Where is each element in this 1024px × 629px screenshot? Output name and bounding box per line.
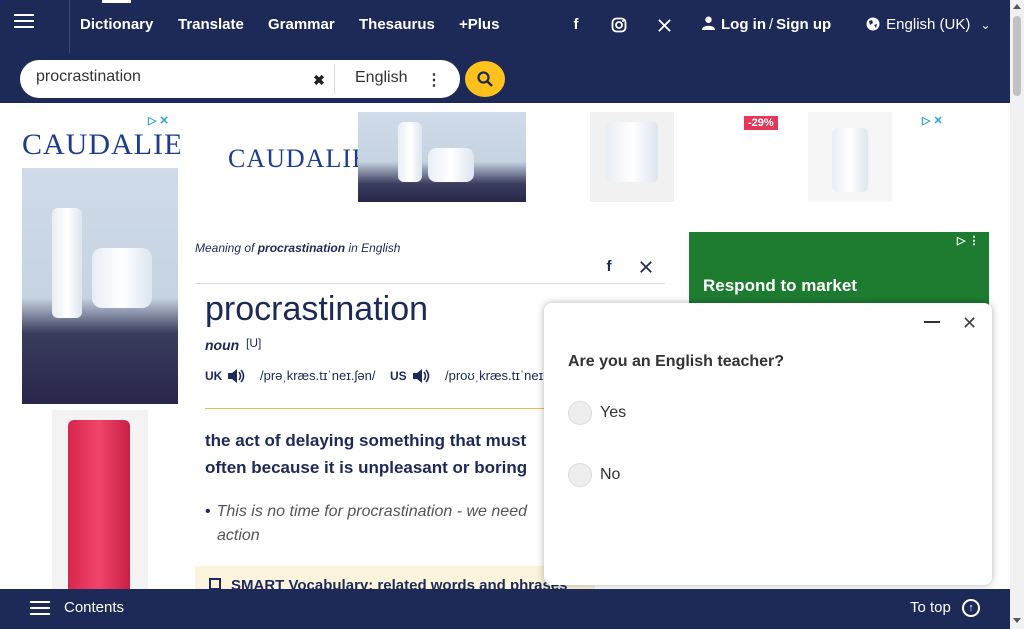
definition-link-act[interactable]: act — [235, 431, 260, 450]
bottom-bar: Contents To top ↑ — [0, 589, 1010, 629]
scroll-up-icon[interactable] — [1013, 4, 1021, 9]
adchoices-icon[interactable]: ▷ ✕ — [148, 114, 169, 127]
dictionary-select[interactable]: English ⋮ — [334, 64, 450, 94]
ad-product-image — [590, 112, 674, 202]
uk-ipa: /prəˌkræs.tɪˈneɪ.ʃən/ — [260, 368, 376, 383]
more-options-icon: ⋮ — [426, 72, 442, 89]
example-link-time[interactable]: time — [290, 503, 320, 520]
definition-word: of — [264, 431, 281, 450]
meaning-heading: Meaning of procrastination in English — [195, 241, 400, 255]
grammar-code[interactable]: [U] — [246, 336, 268, 352]
uk-audio-icon[interactable] — [226, 366, 246, 386]
scroll-down-icon[interactable] — [1013, 618, 1021, 623]
login-link[interactable]: Log in — [721, 16, 766, 33]
nav-dictionary-link[interactable]: Dictionary — [80, 0, 153, 53]
search-input[interactable] — [36, 68, 316, 86]
survey-option-no-label[interactable]: No — [600, 466, 620, 484]
ad-product-image — [22, 168, 178, 404]
survey-question: Are you an English teacher? — [568, 353, 785, 370]
instagram-icon[interactable] — [607, 14, 631, 36]
dictionary-select-value: English — [355, 69, 408, 86]
adchoices-icon[interactable]: ▷ ⋮ — [957, 234, 980, 247]
headword: procrastination — [205, 290, 429, 328]
us-pronunciation: US — [390, 368, 407, 383]
ad-brand-logo: CAUDALIE — [22, 128, 180, 161]
arrow-up-icon[interactable]: ↑ — [962, 599, 980, 617]
share-x-icon[interactable] — [635, 255, 657, 279]
ad-product-image — [358, 112, 526, 202]
us-audio-icon[interactable] — [411, 366, 431, 386]
search-bar: ✖ English ⋮ — [0, 53, 1010, 103]
uk-label: UK — [205, 369, 223, 383]
survey-option-yes-radio[interactable] — [568, 401, 592, 425]
clear-search-icon[interactable]: ✖ — [308, 69, 330, 91]
nav-grammar-link[interactable]: Grammar — [268, 0, 335, 53]
share-facebook-icon[interactable]: f — [598, 255, 620, 279]
nav-translate-link[interactable]: Translate — [178, 0, 244, 53]
close-icon[interactable]: ✕ — [962, 313, 977, 334]
right-ad[interactable]: ▷ ⋮ Respond to market — [689, 232, 989, 312]
ad-brand-logo: CAUDALIE — [228, 144, 369, 173]
contents-button[interactable]: Contents — [64, 599, 124, 616]
facebook-icon[interactable]: f — [564, 14, 588, 36]
top-navigation: Dictionary Translate Grammar Thesaurus +… — [0, 0, 1010, 53]
scroll-thumb[interactable] — [1013, 16, 1021, 96]
definition-word: the — [205, 431, 231, 450]
definition-word: or — [452, 458, 470, 477]
definition-word: often because it is — [205, 458, 354, 477]
globe-icon — [866, 17, 880, 31]
login-separator: / — [769, 16, 774, 33]
search-button[interactable] — [465, 61, 505, 97]
us-label: US — [390, 369, 407, 383]
minimize-icon[interactable] — [924, 321, 940, 323]
example-link-action[interactable]: action — [217, 527, 260, 544]
search-icon — [477, 71, 493, 87]
discount-badge: -29% — [744, 116, 778, 130]
example-text: for procrastination - we need — [324, 503, 527, 520]
survey-option-no-radio[interactable] — [568, 463, 592, 487]
x-twitter-icon[interactable] — [652, 14, 676, 36]
ad-product-image — [808, 112, 892, 202]
adchoices-icon[interactable]: ▷ ✕ — [922, 114, 943, 127]
user-icon — [702, 16, 715, 30]
signup-link[interactable]: Sign up — [776, 16, 831, 33]
nav-divider — [69, 0, 70, 53]
ad-product-image-pink — [52, 410, 148, 592]
menu-icon[interactable] — [8, 10, 44, 38]
definition-link-delaying[interactable]: delaying — [285, 431, 354, 450]
bullet: • — [205, 503, 211, 520]
scrollbar[interactable] — [1010, 0, 1024, 629]
uk-pronunciation: UK — [205, 368, 222, 383]
to-top-button[interactable]: To top — [910, 599, 951, 616]
example-sentence: • This is no time for procrastination - w… — [205, 500, 555, 548]
definition-link-boring[interactable]: boring — [474, 458, 527, 477]
part-of-speech: noun — [205, 337, 240, 353]
definition-word: something that must — [359, 431, 527, 450]
nav-plus-link[interactable]: +Plus — [459, 0, 499, 53]
survey-option-yes-label[interactable]: Yes — [600, 404, 626, 422]
ad-headline: Respond to market — [703, 276, 857, 295]
meaning-word: procrastination — [257, 241, 346, 255]
account-links: Log in / Sign up — [702, 16, 831, 33]
divider — [195, 283, 665, 284]
meaning-prefix: Meaning of — [195, 241, 255, 255]
survey-popup: ✕ Are you an English teacher? Yes No — [544, 303, 992, 585]
definition: the act of delaying something that must … — [205, 427, 555, 481]
chevron-down-icon: ⌄ — [980, 18, 991, 32]
search-box: ✖ English ⋮ — [20, 60, 460, 98]
nav-thesaurus-link[interactable]: Thesaurus — [359, 0, 435, 53]
top-banner-ad[interactable]: CAUDALIE -29% ▷ ✕ — [228, 112, 958, 202]
language-selector[interactable]: English (UK) ⌄ — [866, 16, 991, 33]
definition-link-unpleasant[interactable]: unpleasant — [358, 458, 448, 477]
left-skyscraper-ad[interactable]: ▷ ✕ CAUDALIE — [20, 112, 180, 592]
meaning-suffix: in English — [348, 241, 401, 255]
contents-menu-icon[interactable] — [30, 601, 50, 619]
language-label: English (UK) — [886, 16, 971, 33]
example-text: This is no — [216, 503, 286, 520]
